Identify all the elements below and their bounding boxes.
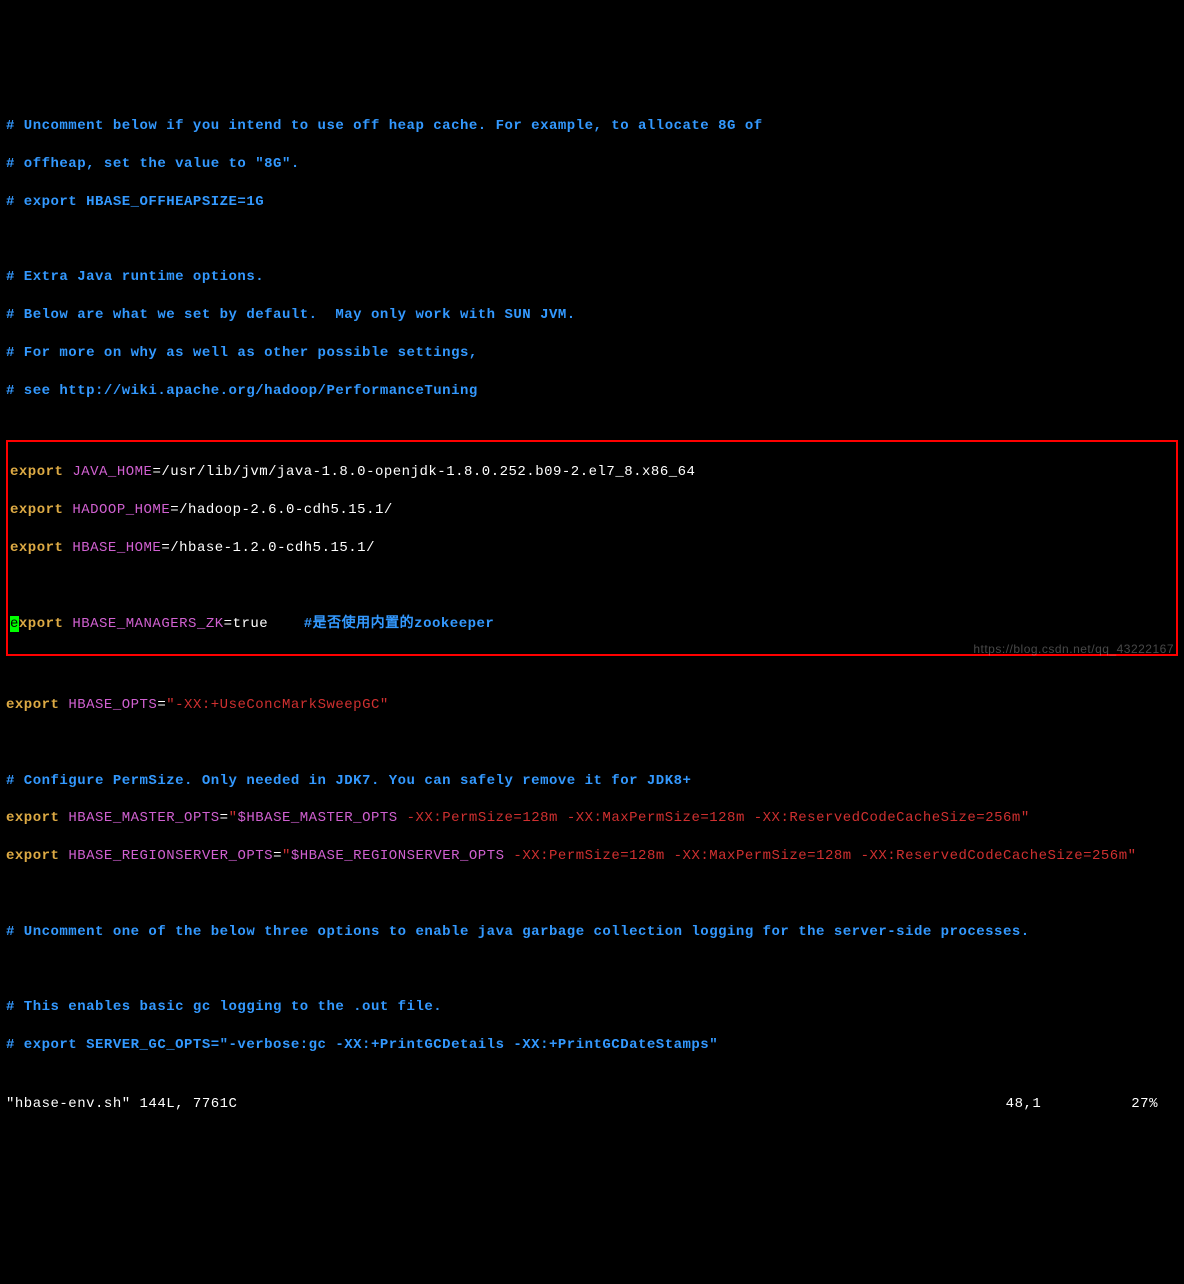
value-master-tail: -XX:PermSize=128m -XX:MaxPermSize=128m -… xyxy=(398,810,1021,826)
comment-line: # Below are what we set by default. May … xyxy=(6,306,1178,325)
inline-comment: #是否使用内置的zookeeper xyxy=(304,616,495,632)
highlighted-region: export JAVA_HOME=/usr/lib/jvm/java-1.8.0… xyxy=(6,440,1178,656)
keyword-export: export xyxy=(10,464,63,480)
status-file: "hbase-env.sh" 144L, 7761C xyxy=(6,1095,237,1114)
blank-line xyxy=(6,885,1178,904)
watermark: https://blog.csdn.net/qq_43222167 xyxy=(973,641,1174,657)
var-java-home: JAVA_HOME xyxy=(63,464,152,480)
quote: " xyxy=(380,697,389,713)
var-hbase-home: HBASE_HOME xyxy=(63,540,161,556)
equals-sign: = xyxy=(157,697,166,713)
blank-line xyxy=(10,577,1174,596)
export-hbase-opts: export HBASE_OPTS="-XX:+UseConcMarkSweep… xyxy=(6,696,1178,715)
export-region-opts: export HBASE_REGIONSERVER_OPTS="$HBASE_R… xyxy=(6,847,1178,866)
keyword-export: export xyxy=(6,810,59,826)
value-hbase-home: /hbase-1.2.0-cdh5.15.1/ xyxy=(170,540,375,556)
value-hadoop-home: /hadoop-2.6.0-cdh5.15.1/ xyxy=(179,502,393,518)
quote: " xyxy=(282,848,291,864)
varref-master-opts: $HBASE_MASTER_OPTS xyxy=(237,810,397,826)
blank-line xyxy=(6,961,1178,980)
var-hbase-opts: HBASE_OPTS xyxy=(59,697,157,713)
comment-line: # This enables basic gc logging to the .… xyxy=(6,998,1178,1017)
comment-line: # offheap, set the value to "8G". xyxy=(6,155,1178,174)
export-hadoop-home: export HADOOP_HOME=/hadoop-2.6.0-cdh5.15… xyxy=(10,501,1174,520)
value-java-home: /usr/lib/jvm/java-1.8.0-openjdk-1.8.0.25… xyxy=(161,464,695,480)
keyword-export: export xyxy=(6,848,59,864)
keyword-export: export xyxy=(10,540,63,556)
value-managers-zk: true xyxy=(233,616,269,632)
quote: " xyxy=(166,697,175,713)
status-line: "hbase-env.sh" 144L, 7761C 48,1 27% xyxy=(6,1095,1178,1114)
gap xyxy=(268,616,304,632)
equals-sign: = xyxy=(224,616,233,632)
var-region-opts: HBASE_REGIONSERVER_OPTS xyxy=(59,848,273,864)
equals-sign: = xyxy=(273,848,282,864)
equals-sign: = xyxy=(152,464,161,480)
cursor: e xyxy=(10,616,19,632)
export-java-home: export JAVA_HOME=/usr/lib/jvm/java-1.8.0… xyxy=(10,463,1174,482)
blank-line xyxy=(6,734,1178,753)
export-hbase-home: export HBASE_HOME=/hbase-1.2.0-cdh5.15.1… xyxy=(10,539,1174,558)
comment-line: # export SERVER_GC_OPTS="-verbose:gc -XX… xyxy=(6,1036,1178,1055)
value-region-tail: -XX:PermSize=128m -XX:MaxPermSize=128m -… xyxy=(505,848,1128,864)
varref-region-opts: $HBASE_REGIONSERVER_OPTS xyxy=(291,848,505,864)
quote: " xyxy=(1128,848,1137,864)
comment-line: # Configure PermSize. Only needed in JDK… xyxy=(6,772,1178,791)
var-hadoop-home: HADOOP_HOME xyxy=(63,502,170,518)
status-percent: 27% xyxy=(1131,1095,1158,1114)
var-managers-zk: HBASE_MANAGERS_ZK xyxy=(63,616,223,632)
equals-sign: = xyxy=(170,502,179,518)
equals-sign: = xyxy=(161,540,170,556)
quote: " xyxy=(1021,810,1030,826)
blank-line xyxy=(6,231,1178,250)
keyword-export: export xyxy=(6,697,59,713)
export-master-opts: export HBASE_MASTER_OPTS="$HBASE_MASTER_… xyxy=(6,809,1178,828)
keyword-export: xport xyxy=(19,616,64,632)
terminal-editor[interactable]: # Uncomment below if you intend to use o… xyxy=(6,80,1178,1152)
export-managers-zk: export HBASE_MANAGERS_ZK=true #是否使用内置的zo… xyxy=(10,615,1174,634)
quote: " xyxy=(229,810,238,826)
keyword-export: export xyxy=(10,502,63,518)
comment-line: # For more on why as well as other possi… xyxy=(6,344,1178,363)
comment-line: # Uncomment below if you intend to use o… xyxy=(6,117,1178,136)
comment-line: # Extra Java runtime options. xyxy=(6,268,1178,287)
equals-sign: = xyxy=(220,810,229,826)
comment-line: # see http://wiki.apache.org/hadoop/Perf… xyxy=(6,382,1178,401)
value-hbase-opts: -XX:+UseConcMarkSweepGC xyxy=(175,697,380,713)
status-position: 48,1 xyxy=(1006,1095,1042,1114)
comment-line: # Uncomment one of the below three optio… xyxy=(6,923,1178,942)
var-master-opts: HBASE_MASTER_OPTS xyxy=(59,810,219,826)
comment-line: # export HBASE_OFFHEAPSIZE=1G xyxy=(6,193,1178,212)
